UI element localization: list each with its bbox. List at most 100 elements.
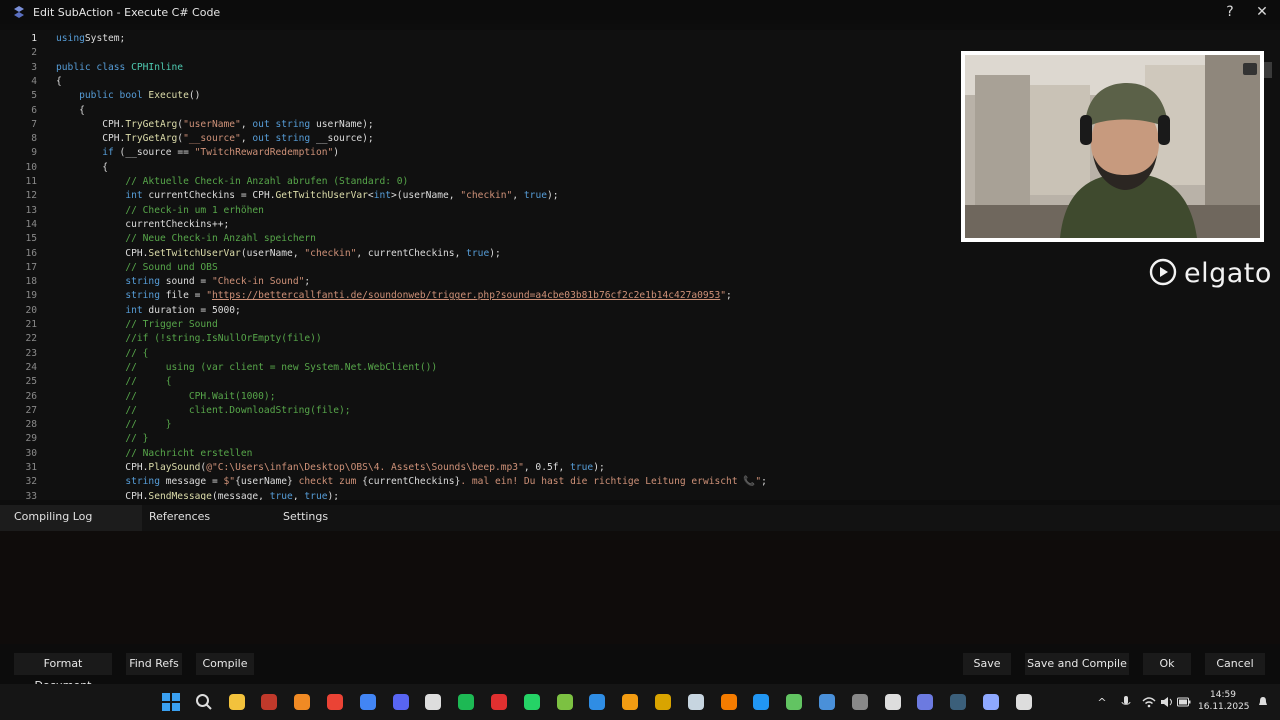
app-icon-3[interactable]: [948, 692, 968, 712]
battery-icon[interactable]: [1177, 695, 1191, 709]
system-clock[interactable]: 14:59 16.11.2025: [1198, 689, 1250, 713]
code-line[interactable]: 28 // }: [0, 418, 1280, 432]
code-token: https://bettercallfanti.de/soundonweb/tr…: [211, 290, 721, 302]
code-line[interactable]: 23 // {: [0, 347, 1280, 361]
code-token: TryGetArg: [125, 133, 178, 145]
tab-settings[interactable]: Settings: [283, 505, 328, 531]
code-token: ): [333, 147, 340, 159]
chrome-profile-icon[interactable]: [358, 692, 378, 712]
steam-icon[interactable]: [686, 692, 706, 712]
code-token: {: [56, 161, 108, 173]
code-line[interactable]: 26 // CPH.Wait(1000);: [0, 390, 1280, 404]
xampp-icon[interactable]: [719, 692, 739, 712]
code-text: CPH.PlaySound(@"C:\Users\infan\Desktop\O…: [56, 461, 604, 475]
code-line[interactable]: 27 // client.DownloadString(file);: [0, 404, 1280, 418]
rockstar-icon[interactable]: [653, 692, 673, 712]
code-token: // client.DownloadString(file);: [125, 404, 351, 416]
bottom-tabs: Compiling Log References Settings: [0, 505, 1280, 531]
whatsapp-icon[interactable]: [522, 692, 542, 712]
code-token: CPH.: [56, 118, 126, 130]
line-number: 20: [25, 304, 37, 316]
code-token: currentCheckins = CPH.: [148, 190, 276, 202]
editor-icon[interactable]: [555, 692, 575, 712]
code-token: checkt zum: [292, 476, 363, 488]
code-token: GetTwitchUserVar: [275, 190, 368, 202]
code-text: // Trigger Sound: [56, 318, 217, 332]
volume-icon[interactable]: [1160, 695, 1174, 709]
code-token: using: [56, 33, 85, 44]
tab-compiling-log[interactable]: Compiling Log: [0, 505, 142, 531]
line-number: 3: [31, 61, 37, 73]
code-line[interactable]: 29 // }: [0, 432, 1280, 446]
search-icon[interactable]: [194, 692, 214, 712]
code-token: Execute: [148, 90, 189, 102]
filezilla-icon[interactable]: [259, 692, 279, 712]
minecraft-icon[interactable]: [784, 692, 804, 712]
code-line[interactable]: 17 // Sound und OBS: [0, 261, 1280, 275]
notification-icon[interactable]: [1256, 695, 1270, 709]
vscode-icon[interactable]: [587, 692, 607, 712]
app-icon-2[interactable]: [817, 692, 837, 712]
code-text: public class CPHInline: [56, 61, 183, 75]
start-icon[interactable]: [161, 692, 181, 712]
line-number: 17: [25, 261, 37, 273]
title-bar: Edit SubAction - Execute C# Code ? ✕: [0, 0, 1280, 24]
code-text: // Check-in um 1 erhöhen: [56, 204, 264, 218]
help-button[interactable]: ?: [1214, 0, 1246, 24]
line-number: 33: [25, 490, 37, 500]
format-document-button[interactable]: Format Document: [14, 653, 112, 692]
code-token: file =: [165, 290, 207, 302]
code-text: {: [56, 161, 108, 175]
capture-icon[interactable]: [751, 692, 771, 712]
line-number: 10: [25, 161, 37, 173]
wifi-icon[interactable]: [1142, 695, 1156, 709]
code-line[interactable]: 31 CPH.PlaySound(@"C:\Users\infan\Deskto…: [0, 461, 1280, 475]
code-line[interactable]: 16 CPH.SetTwitchUserVar(userName, "check…: [0, 247, 1280, 261]
streamerbot-icon[interactable]: [915, 692, 935, 712]
app-icon-4[interactable]: [1014, 692, 1034, 712]
code-token: out string: [252, 118, 316, 130]
line-number: 15: [25, 233, 37, 245]
code-line[interactable]: 1 usingSystem;: [0, 32, 1280, 46]
code-token: // Nachricht erstellen: [125, 447, 253, 459]
audio-tool-icon[interactable]: [981, 692, 1001, 712]
code-line[interactable]: 19 string file = "https://bettercallfant…: [0, 289, 1280, 303]
network-tool-icon[interactable]: [850, 692, 870, 712]
code-line[interactable]: 24 // using (var client = new System.Net…: [0, 361, 1280, 375]
code-line[interactable]: 33 CPH.SendMessage(message, true, true);: [0, 490, 1280, 500]
save-and-compile-button[interactable]: Save and Compile: [1025, 653, 1129, 675]
code-token: (): [188, 90, 201, 102]
epic-games-icon[interactable]: [423, 692, 443, 712]
discord-icon[interactable]: [391, 692, 411, 712]
code-line[interactable]: 25 // {: [0, 375, 1280, 389]
code-line[interactable]: 30 // Nachricht erstellen: [0, 447, 1280, 461]
tab-references[interactable]: References: [149, 505, 210, 531]
find-refs-button[interactable]: Find Refs: [126, 653, 182, 675]
code-text: // client.DownloadString(file);: [56, 404, 351, 418]
app-icon[interactable]: [620, 692, 640, 712]
code-text: int currentCheckins = CPH.GetTwitchUserV…: [56, 189, 558, 203]
ok-button[interactable]: Ok: [1143, 653, 1191, 675]
save-button[interactable]: Save: [963, 653, 1011, 675]
streamdeck-icon[interactable]: [489, 692, 509, 712]
microphone-icon[interactable]: [1119, 695, 1133, 709]
file-explorer-icon[interactable]: [227, 692, 247, 712]
code-line[interactable]: 22 //if (!string.IsNullOrEmpty(file)): [0, 332, 1280, 346]
code-token: // CPH.Wait(1000);: [125, 390, 276, 402]
code-line[interactable]: 32 string message = $"{userName} checkt …: [0, 475, 1280, 489]
spotify-icon[interactable]: [456, 692, 476, 712]
obs-icon[interactable]: [883, 692, 903, 712]
tray-overflow-icon[interactable]: ^: [1095, 695, 1109, 709]
vlc-icon[interactable]: [292, 692, 312, 712]
chrome-icon[interactable]: [325, 692, 345, 712]
cancel-button[interactable]: Cancel: [1205, 653, 1265, 675]
code-line[interactable]: 20 int duration = 5000;: [0, 304, 1280, 318]
close-button[interactable]: ✕: [1246, 0, 1278, 24]
code-line[interactable]: 21 // Trigger Sound: [0, 318, 1280, 332]
code-line[interactable]: 18 string sound = "Check-in Sound";: [0, 275, 1280, 289]
compile-button[interactable]: Compile: [196, 653, 254, 675]
compiling-log-panel[interactable]: [0, 531, 1280, 644]
